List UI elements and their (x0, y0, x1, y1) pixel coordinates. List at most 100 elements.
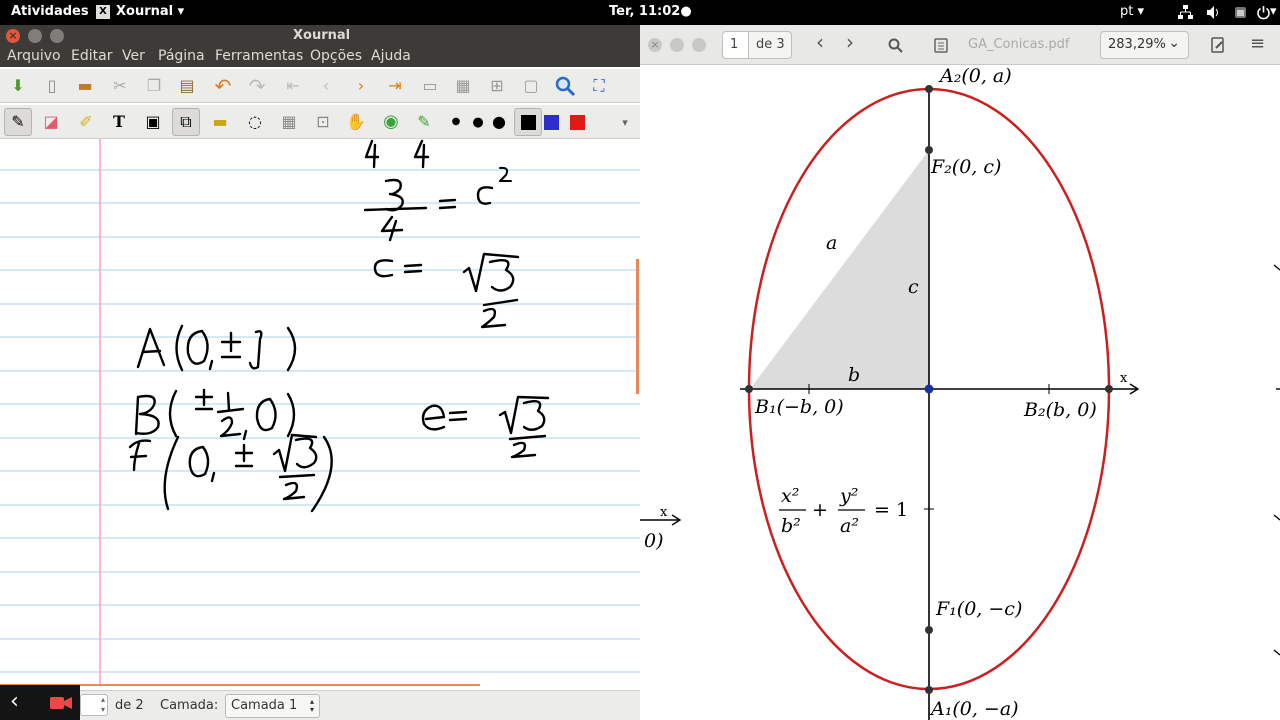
document-icon (934, 38, 948, 53)
app-menu-button[interactable]: Xournal ▾ (116, 4, 184, 19)
first-page-icon[interactable]: ⇤ (282, 75, 304, 97)
menu-arquivo[interactable]: Arquivo (7, 48, 61, 64)
ink-stroke (234, 443, 254, 468)
ellipse-figure: A₂(0, a) F₂(0, c) a c b x B₁(−b, 0) B₂(b… (640, 65, 1280, 720)
next-page-icon[interactable]: › (350, 75, 372, 97)
close-icon[interactable]: × (6, 29, 20, 43)
next-page-icon[interactable]: › (846, 30, 854, 54)
menu-ajuda[interactable]: Ajuda (371, 48, 411, 64)
ink-stroke (282, 481, 306, 501)
ink-stroke (216, 407, 245, 414)
color-blue-swatch (543, 114, 559, 130)
zoom-value: 283,29% (1108, 37, 1166, 52)
cut-icon[interactable]: ✂ (109, 75, 131, 97)
xournal-titlebar[interactable]: × Xournal (0, 25, 640, 47)
system-menu-arrow[interactable]: ▾ (1270, 4, 1277, 19)
hand-tool-icon[interactable]: ✋ (345, 111, 367, 133)
journal-page[interactable] (0, 139, 640, 686)
highlighter-tool-icon[interactable]: ✐ (75, 111, 97, 133)
zoom-out-icon[interactable]: ▭ (419, 75, 441, 97)
viewer-maximize-icon[interactable] (692, 38, 706, 52)
medium-line-icon[interactable]: ● (467, 111, 489, 133)
label-x-axis: x (1120, 371, 1128, 386)
ink-stroke (403, 263, 423, 274)
redo-icon[interactable]: ↷ (246, 75, 268, 97)
previous-page-icon[interactable]: ‹ (315, 75, 337, 97)
zoom-normal-icon[interactable]: ▢ (520, 75, 542, 97)
network-icon[interactable] (1178, 5, 1193, 20)
layer-select[interactable]: Camada 1 ▴ ▾ (225, 694, 320, 718)
viewer-headerbar[interactable]: × 1 de 3 ‹ › GA_Conicas.pdf 283,29% ⌄ ≡ (640, 25, 1280, 65)
save-icon[interactable]: ⬇ (7, 75, 29, 97)
viewer-minimize-icon[interactable] (670, 38, 684, 52)
layer-select-arrows: ▴ ▾ (309, 697, 314, 714)
page-number-spinner[interactable]: ▴ ▾ (80, 694, 108, 716)
power-icon[interactable] (1256, 5, 1271, 20)
document-viewer-window: × 1 de 3 ‹ › GA_Conicas.pdf 283,29%⌄ ≡ (640, 25, 1280, 720)
page-total-text: de 3 (756, 37, 785, 52)
open-folder-icon[interactable]: ▬ (74, 75, 96, 97)
search-icon[interactable] (888, 38, 903, 53)
page-selector[interactable]: 1 de 3 (722, 31, 792, 59)
viewer-close-icon[interactable]: × (648, 38, 662, 52)
menu-ferramentas[interactable]: Ferramentas (215, 48, 303, 64)
pdf-page[interactable]: A₂(0, a) F₂(0, c) a c b x B₁(−b, 0) B₂(b… (640, 65, 1280, 720)
volume-icon[interactable] (1206, 5, 1221, 20)
color-black-button[interactable] (514, 108, 542, 136)
battery-icon[interactable] (1233, 5, 1248, 20)
zoom-dropdown-arrow: ⌄ (1168, 35, 1180, 51)
chevron-left-icon[interactable]: ‹ (10, 689, 19, 714)
label-f1: F₁(0, −c) (935, 598, 1022, 620)
shape-recognizer-icon[interactable]: ⧉ (172, 108, 200, 136)
zoom-in-icon[interactable]: ⊞ (486, 75, 508, 97)
thin-line-icon[interactable]: ● (445, 111, 467, 133)
toolbar-overflow-icon[interactable]: ▾ (614, 111, 636, 133)
eraser-tool-icon[interactable]: ◪ (40, 111, 62, 133)
menu-opcoes[interactable]: Opções (310, 48, 362, 64)
ink-stroke (438, 198, 457, 210)
menu-bar: Arquivo Editar Ver Página Ferramentas Op… (0, 47, 640, 67)
image-tool-icon[interactable]: ▣ (142, 111, 164, 133)
fullscreen-icon[interactable]: ⛶ (588, 75, 610, 97)
color-blue-button[interactable] (540, 111, 562, 133)
copy-icon[interactable]: ❐ (143, 75, 165, 97)
color-red-button[interactable] (566, 111, 588, 133)
label-f2: F₂(0, c) (930, 156, 1001, 178)
ink-stroke (210, 471, 216, 483)
lasso-select-icon[interactable]: ◌ (244, 111, 266, 133)
page-current-input[interactable]: 1 (723, 32, 749, 58)
default-tool-icon[interactable]: ◉ (380, 111, 402, 133)
zoom-search-icon[interactable] (554, 75, 576, 97)
pen-tool-icon[interactable]: ✎ (4, 108, 32, 136)
minimize-icon[interactable] (28, 29, 42, 43)
menu-ver[interactable]: Ver (122, 48, 145, 64)
edge-x-label: x (660, 505, 668, 520)
last-page-icon[interactable]: ⇥ (384, 75, 406, 97)
ink-stroke (186, 329, 209, 365)
maximize-icon[interactable] (50, 29, 64, 43)
vertical-space-icon[interactable]: ⊡ (312, 111, 334, 133)
language-indicator[interactable]: pt ▾ (1120, 4, 1144, 19)
paste-icon[interactable]: ▤ (176, 75, 198, 97)
vertical-scrollbar[interactable] (636, 259, 639, 394)
point-f2 (925, 146, 933, 154)
thick-line-icon[interactable]: ● (488, 111, 510, 133)
default-pen-icon[interactable]: ✎ (413, 111, 435, 133)
zoom-select[interactable]: 283,29% ⌄ (1100, 31, 1189, 59)
rect-select-icon[interactable]: ▦ (278, 111, 300, 133)
clock[interactable]: Ter, 11:02● (609, 4, 692, 19)
annotate-icon[interactable] (1210, 37, 1226, 53)
hamburger-menu-icon[interactable]: ≡ (1250, 33, 1265, 54)
menu-editar[interactable]: Editar (71, 48, 112, 64)
ruler-icon[interactable]: ▬ (209, 111, 231, 133)
zoom-fit-icon[interactable]: ▦ (452, 75, 474, 97)
previous-page-icon[interactable]: ‹ (816, 30, 824, 54)
menu-pagina[interactable]: Página (158, 48, 205, 64)
undo-icon[interactable]: ↶ (212, 75, 234, 97)
activities-button[interactable]: Atividades (11, 4, 89, 19)
point-b2 (1105, 385, 1113, 393)
ink-stroke (286, 326, 297, 372)
new-page-icon[interactable]: ▯ (41, 75, 63, 97)
camera-record-icon[interactable] (50, 696, 72, 710)
text-tool-icon[interactable]: T (108, 111, 130, 133)
